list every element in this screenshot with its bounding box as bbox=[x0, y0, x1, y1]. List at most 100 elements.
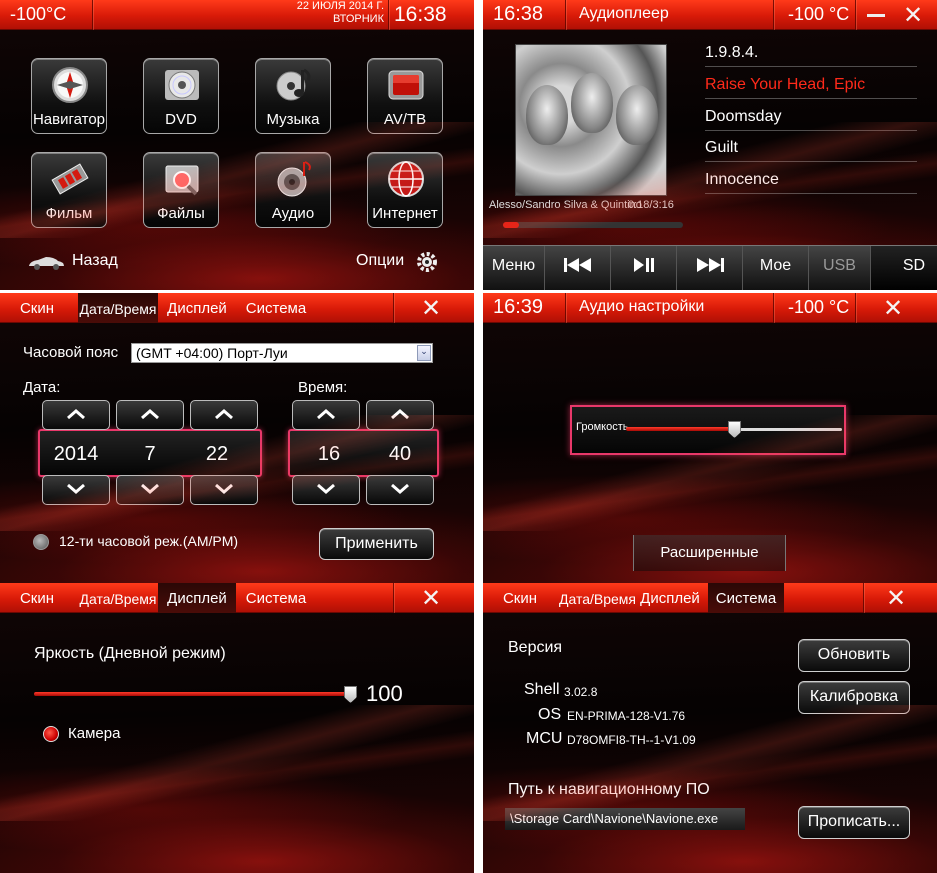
list-item[interactable]: Doomsday bbox=[705, 105, 917, 131]
divider bbox=[773, 0, 774, 30]
divider bbox=[393, 293, 394, 323]
nav-path-field[interactable]: \Storage Card\Navione\Navione.exe bbox=[505, 808, 745, 830]
ampm-radio[interactable] bbox=[33, 534, 49, 550]
day-up-button[interactable] bbox=[190, 400, 258, 430]
date: 22 ИЮЛЯ 2014 Г. bbox=[296, 0, 384, 12]
tab-display[interactable]: Дисплей bbox=[158, 583, 236, 613]
month-value: 7 bbox=[144, 443, 156, 465]
tab-skin[interactable]: Скин bbox=[493, 583, 547, 613]
prev-icon bbox=[563, 258, 591, 272]
volume-label: Громкость bbox=[576, 421, 629, 433]
tab-system[interactable]: Система bbox=[238, 583, 314, 613]
minimize-icon[interactable] bbox=[867, 14, 885, 17]
tile-internet[interactable]: Интернет bbox=[367, 152, 443, 228]
close-icon[interactable]: ✕ bbox=[883, 294, 903, 323]
tab-system[interactable]: Система bbox=[238, 293, 314, 323]
list-item[interactable]: Innocence bbox=[705, 168, 917, 194]
calibrate-button[interactable]: Калибровка bbox=[798, 681, 910, 714]
year-down-button[interactable] bbox=[42, 475, 110, 505]
hour-up-button[interactable] bbox=[292, 400, 360, 430]
weekday: ВТОРНИК bbox=[333, 13, 384, 25]
tile-avtv[interactable]: AV/TB bbox=[367, 58, 443, 134]
tv-icon bbox=[388, 70, 424, 100]
tile-navigator[interactable]: Навигатор bbox=[31, 58, 107, 134]
next-button[interactable] bbox=[677, 246, 743, 290]
tab-display[interactable]: Дисплей bbox=[633, 583, 707, 613]
home-screen: -100°C 22 ИЮЛЯ 2014 Г. ВТОРНИК 16:38 Нав… bbox=[0, 0, 474, 290]
title-bar: 16:38 Аудиоплеер -100 °C ✕ bbox=[483, 0, 937, 30]
close-icon[interactable]: ✕ bbox=[903, 1, 923, 30]
minute-up-button[interactable] bbox=[366, 400, 434, 430]
timezone-value: (GMT +04:00) Порт-Луи bbox=[136, 345, 288, 361]
tab-skin[interactable]: Скин bbox=[10, 583, 64, 613]
brightness-label: Яркость (Дневной режим) bbox=[34, 645, 226, 662]
tile-label: Интернет bbox=[372, 205, 438, 222]
divider bbox=[855, 0, 856, 30]
temperature: -100 °C bbox=[788, 297, 850, 317]
disc-icon bbox=[165, 70, 199, 100]
volume-thumb[interactable] bbox=[728, 421, 741, 438]
tab-bar: ✕ bbox=[0, 293, 474, 323]
chevron-up-icon bbox=[317, 409, 335, 420]
day-down-button[interactable] bbox=[190, 475, 258, 505]
close-icon[interactable]: ✕ bbox=[886, 584, 906, 613]
chevron-down-icon bbox=[67, 483, 85, 494]
datetime-settings-screen: ✕ Скин Дата/Время Дисплей Система Часово… bbox=[0, 293, 474, 583]
tab-skin[interactable]: Скин bbox=[10, 293, 64, 323]
menu-button[interactable]: Меню bbox=[483, 246, 545, 290]
tab-display[interactable]: Дисплей bbox=[160, 293, 234, 323]
divider bbox=[388, 0, 389, 30]
brightness-slider[interactable] bbox=[34, 686, 357, 703]
timezone-select[interactable]: (GMT +04:00) Порт-Луи ⌄ bbox=[131, 343, 433, 363]
sd-button[interactable]: SD bbox=[871, 246, 937, 290]
usb-button[interactable]: USB bbox=[809, 246, 871, 290]
set-path-button[interactable]: Прописать... bbox=[798, 806, 910, 839]
camera-radio[interactable] bbox=[43, 726, 59, 742]
volume-track bbox=[734, 428, 842, 431]
apply-button[interactable]: Применить bbox=[319, 528, 434, 560]
tile-label: Навигатор bbox=[32, 111, 106, 128]
play-pause-button[interactable] bbox=[611, 246, 677, 290]
my-button[interactable]: Мое bbox=[743, 246, 809, 290]
tile-music[interactable]: Музыка bbox=[255, 58, 331, 134]
tile-dvd[interactable]: DVD bbox=[143, 58, 219, 134]
prev-button[interactable] bbox=[545, 246, 611, 290]
speaker-icon bbox=[277, 161, 311, 197]
list-item-current[interactable]: Raise Your Head, Epic bbox=[705, 73, 917, 99]
control-bar: Меню Мое USB SD bbox=[483, 245, 937, 290]
close-icon[interactable]: ✕ bbox=[421, 584, 441, 613]
options-button[interactable]: Опции bbox=[356, 251, 446, 275]
play-pause-icon bbox=[633, 258, 654, 272]
tab-datetime[interactable]: Дата/Время bbox=[559, 583, 636, 613]
brightness-thumb[interactable] bbox=[344, 686, 357, 703]
tile-label: Музыка bbox=[266, 111, 320, 128]
minute-value: 40 bbox=[388, 443, 412, 465]
list-item[interactable]: 1.9.8.4. bbox=[705, 41, 917, 67]
tab-datetime[interactable]: Дата/Время bbox=[78, 293, 158, 323]
tab-datetime[interactable]: Дата/Время bbox=[78, 583, 158, 613]
month-up-button[interactable] bbox=[116, 400, 184, 430]
back-button[interactable]: Назад bbox=[26, 251, 186, 275]
volume-slider[interactable] bbox=[626, 421, 842, 438]
advanced-button[interactable]: Расширенные bbox=[633, 535, 786, 571]
nav-path-label: Путь к навигационному ПО bbox=[508, 781, 710, 798]
progress-bar[interactable] bbox=[503, 222, 683, 228]
update-button[interactable]: Обновить bbox=[798, 639, 910, 672]
hour-down-button[interactable] bbox=[292, 475, 360, 505]
list-item[interactable]: Guilt bbox=[705, 136, 917, 162]
close-icon[interactable]: ✕ bbox=[421, 294, 441, 323]
tile-label: Файлы bbox=[157, 205, 205, 222]
year-up-button[interactable] bbox=[42, 400, 110, 430]
tile-files[interactable]: Файлы bbox=[143, 152, 219, 228]
mcu-label: MCU bbox=[526, 730, 563, 747]
minute-down-button[interactable] bbox=[366, 475, 434, 505]
tab-system[interactable]: Система bbox=[708, 583, 784, 613]
tile-film[interactable]: Фильм bbox=[31, 152, 107, 228]
chevron-down-icon bbox=[141, 483, 159, 494]
tile-audio[interactable]: Аудио bbox=[255, 152, 331, 228]
music-note-icon bbox=[276, 68, 311, 101]
divider bbox=[773, 293, 774, 323]
month-down-button[interactable] bbox=[116, 475, 184, 505]
chevron-down-icon bbox=[317, 483, 335, 494]
track-position: 0:18/3:16 bbox=[628, 199, 674, 211]
